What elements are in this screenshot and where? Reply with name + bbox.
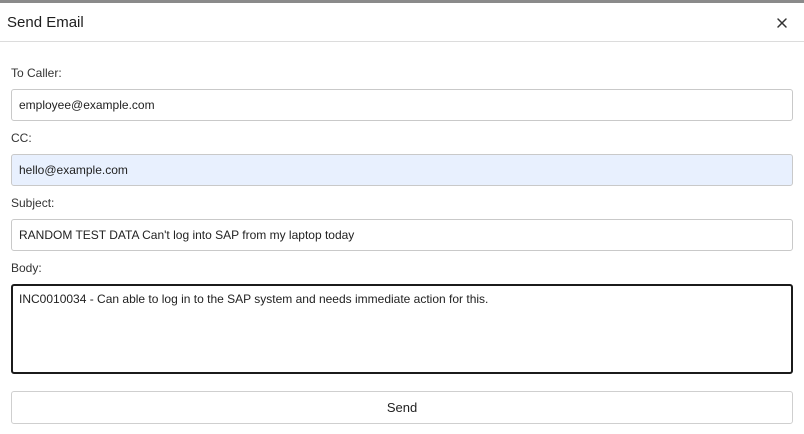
close-icon [777, 18, 787, 28]
cc-label: CC: [11, 131, 32, 145]
subject-label: Subject: [11, 196, 55, 210]
to-caller-input[interactable] [11, 89, 793, 121]
send-button[interactable]: Send [11, 391, 793, 424]
dialog-title: Send Email [7, 14, 84, 31]
body-label: Body: [11, 261, 42, 275]
close-button[interactable] [772, 13, 792, 33]
send-email-dialog: Send Email To Caller: CC: Subject: Body:… [0, 3, 804, 434]
dialog-header: Send Email [0, 3, 804, 42]
subject-input[interactable] [11, 219, 793, 251]
body-textarea[interactable]: INC0010034 - Can able to log in to the S… [11, 284, 793, 374]
to-caller-label: To Caller: [11, 66, 62, 80]
cc-input[interactable] [11, 154, 793, 186]
